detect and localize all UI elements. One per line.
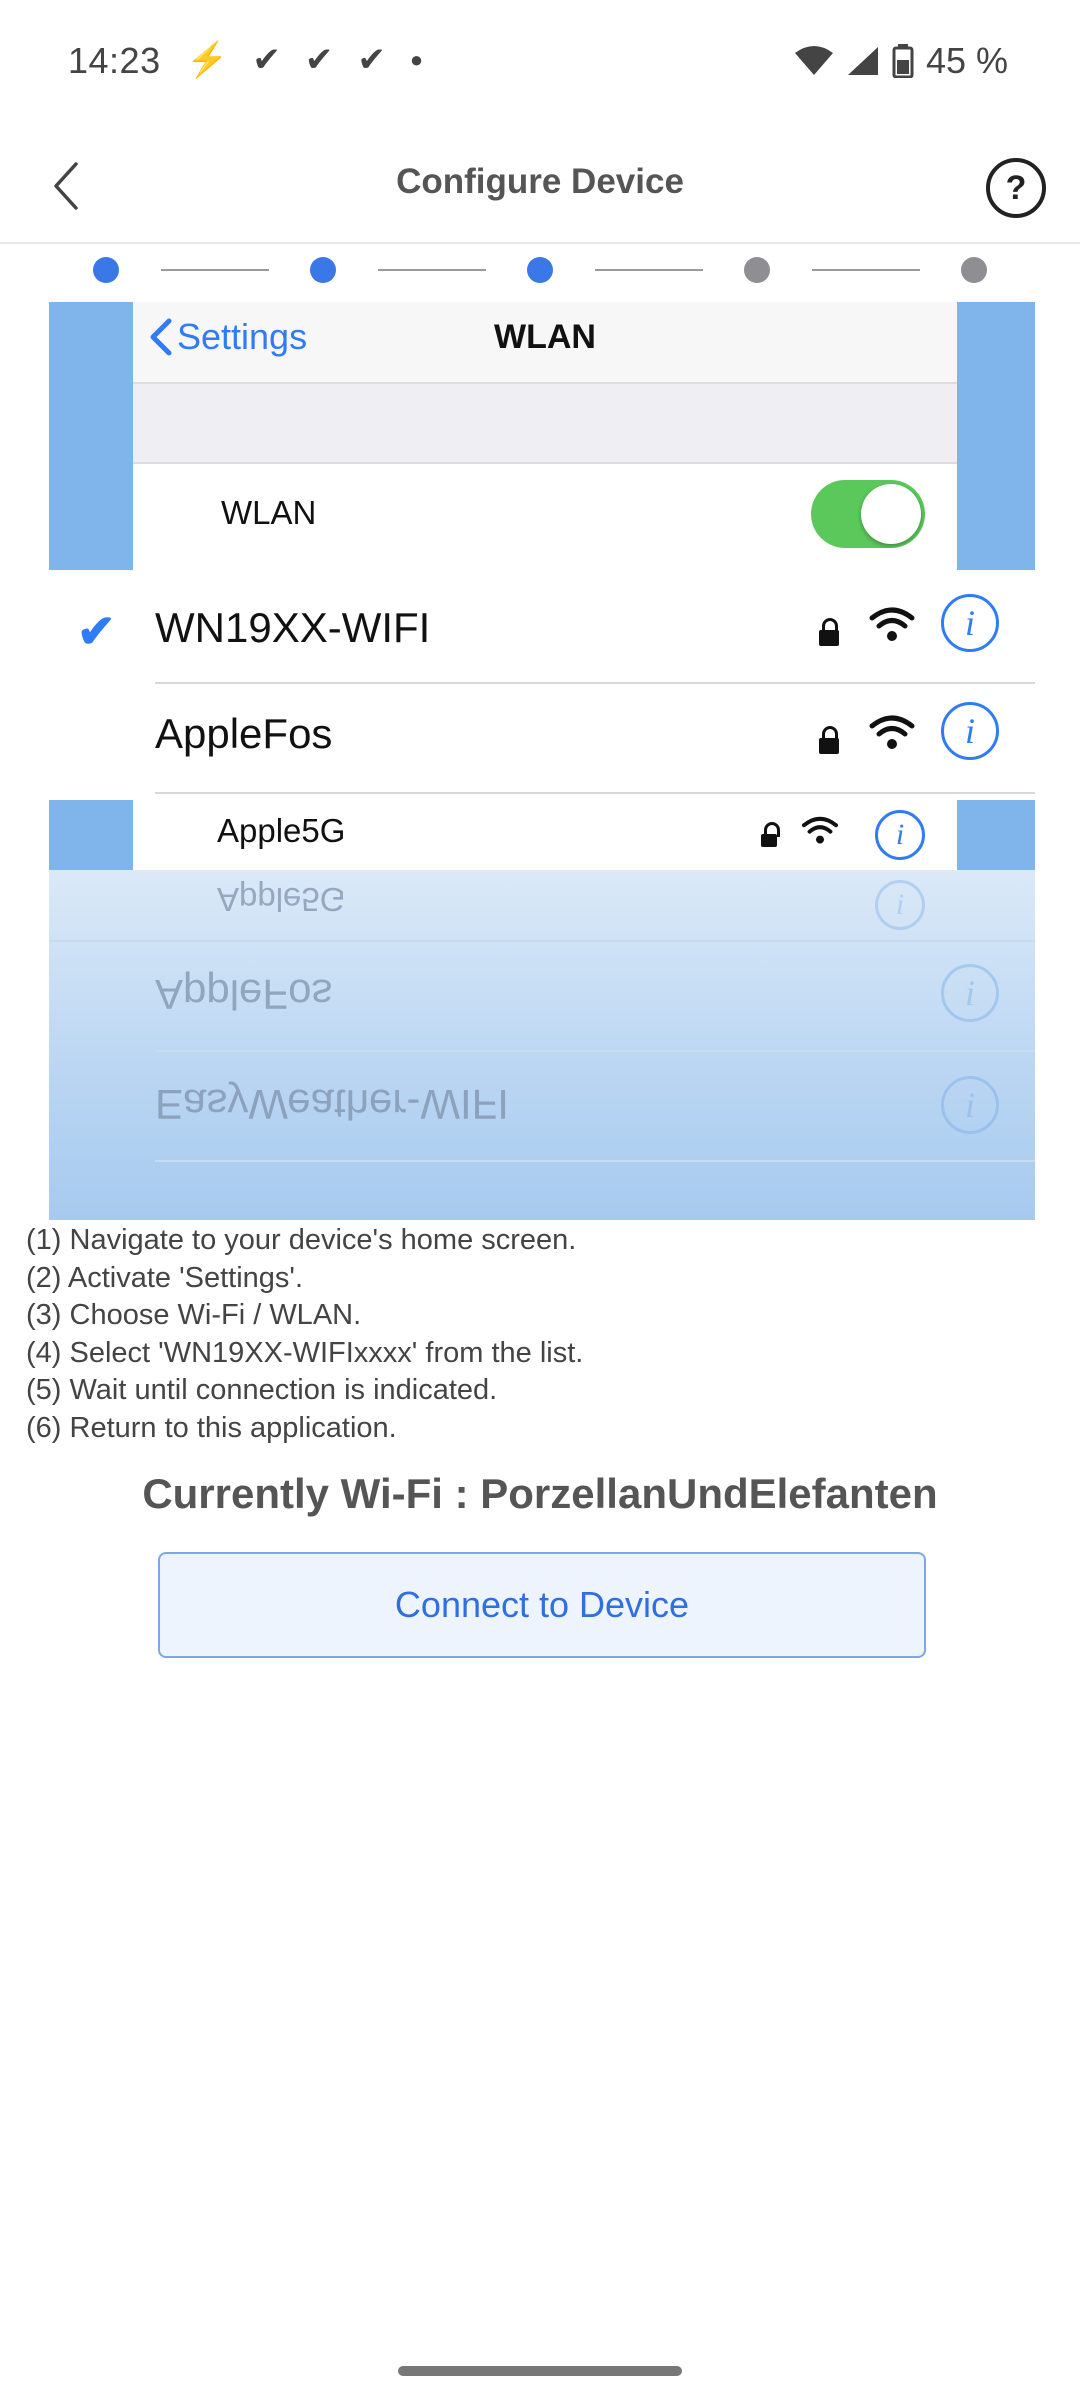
step-connector — [161, 269, 269, 271]
progress-stepper — [90, 255, 990, 285]
wlan-settings-illustration: Settings WLAN WLAN ✔ WN19XX-WIFI i Apple… — [49, 302, 1035, 1220]
step-dot-3 — [527, 257, 553, 283]
network-name: Apple5G — [217, 812, 346, 849]
battery-percent: 45 % — [925, 40, 1008, 81]
signal-icon — [847, 47, 878, 75]
step-connector — [595, 269, 703, 271]
step-dot-5 — [961, 257, 987, 283]
lock-icon — [761, 822, 780, 847]
ios-wlan-label: WLAN — [221, 494, 317, 531]
ios-nav-title: WLAN — [494, 318, 596, 356]
help-button[interactable]: ? — [986, 158, 1046, 218]
page-title: Configure Device — [396, 162, 684, 201]
notification-icons: ⚡ ✔ ✔ ✔ ● — [186, 40, 423, 80]
info-icon: i — [875, 880, 925, 930]
ios-section-gap — [133, 384, 957, 464]
info-icon: i — [941, 594, 999, 652]
dot-icon: ● — [409, 47, 424, 72]
ios-settings-panel: Settings WLAN WLAN — [133, 302, 957, 572]
instruction-line: (6) Return to this application. — [26, 1411, 397, 1444]
row-separator — [155, 792, 1035, 794]
info-icon: i — [941, 964, 999, 1022]
status-right: 45 % — [794, 40, 1008, 82]
current-wifi-label: Currently Wi-Fi : PorzellanUndElefanten — [142, 1470, 938, 1517]
instruction-line: (2) Activate 'Settings'. — [26, 1261, 304, 1294]
help-icon: ? — [1005, 168, 1027, 207]
wlan-toggle — [811, 480, 925, 548]
wifi-icon — [869, 607, 915, 641]
step-dot-2 — [310, 257, 336, 283]
toggle-knob — [861, 484, 921, 544]
flash-icon: ⚡ — [186, 41, 229, 79]
network-name: AppleFos — [155, 710, 333, 757]
ios-nav-bar: Settings WLAN — [133, 302, 957, 384]
check-icon: ✔ — [357, 41, 386, 79]
lock-icon — [819, 618, 839, 646]
reflected-network: AppleFos — [155, 971, 333, 1018]
instruction-line: (3) Choose Wi-Fi / WLAN. — [26, 1299, 362, 1331]
wifi-icon — [802, 816, 838, 844]
info-icon: i — [941, 1076, 999, 1134]
wifi-icon — [794, 46, 833, 75]
network-name: WN19XX-WIFI — [155, 604, 431, 651]
reflected-network: Apple5G — [217, 881, 346, 918]
row-separator — [155, 1160, 1035, 1162]
row-separator — [155, 1050, 1035, 1052]
step-connector — [378, 269, 486, 271]
instruction-line: (1) Navigate to your device's home scree… — [26, 1224, 577, 1256]
home-indicator[interactable] — [398, 2366, 682, 2376]
checkmark-icon: ✔ — [77, 605, 116, 657]
network-card: ✔ WN19XX-WIFI i AppleFos i — [49, 570, 1035, 800]
instruction-line: (5) Wait until connection is indicated. — [26, 1374, 498, 1406]
lock-icon — [819, 726, 839, 754]
row-separator — [49, 940, 1035, 942]
wifi-icon — [869, 715, 915, 749]
check-icon: ✔ — [252, 41, 281, 79]
step-dot-4 — [744, 257, 770, 283]
battery-icon — [892, 44, 914, 78]
info-icon: i — [941, 702, 999, 760]
header-divider — [0, 242, 1080, 244]
connect-to-device-button[interactable]: Connect to Device — [158, 1552, 926, 1658]
info-icon: i — [875, 810, 925, 860]
reflected-network: EasyWeather-WIFI — [155, 1081, 509, 1128]
row-separator — [155, 682, 1035, 684]
step-connector — [812, 269, 920, 271]
step-dot-1 — [93, 257, 119, 283]
instruction-line: (4) Select 'WN19XX-WIFIxxxx' from the li… — [26, 1336, 584, 1369]
reflection-area: Apple5G i AppleFos i EasyWeather-WIFI i — [49, 870, 1035, 1220]
check-icon: ✔ — [304, 41, 334, 79]
ios-wlan-row: WLAN — [133, 464, 957, 572]
network-row-small: Apple5G i — [49, 800, 1035, 870]
status-time: 14:23 — [68, 40, 161, 81]
instructions-list: (1) Navigate to your device's home scree… — [26, 1222, 1056, 1447]
